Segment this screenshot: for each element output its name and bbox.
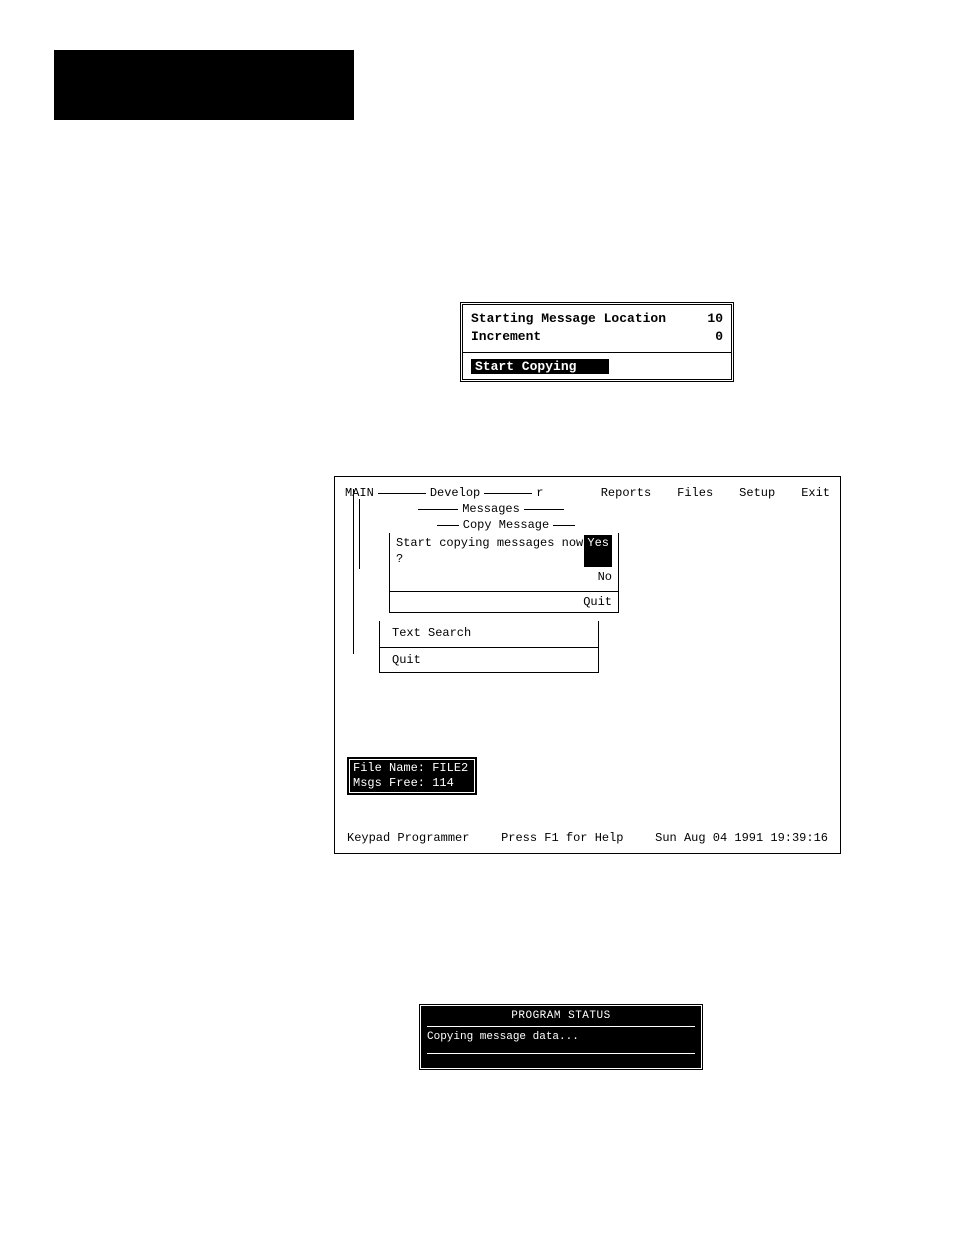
starting-location-value: 10 (707, 310, 723, 328)
menu-setup[interactable]: Setup (739, 485, 775, 501)
rule-icon (378, 493, 426, 494)
rule-icon (524, 509, 564, 510)
lower-menu-box: Text Search Quit (379, 621, 599, 673)
program-status-body: Copying message data... (427, 1031, 695, 1054)
file-name-row: File Name: FILE2 (353, 761, 471, 776)
starting-location-row: Starting Message Location 10 (471, 310, 723, 328)
quit-button[interactable]: Quit (583, 595, 612, 609)
menu-exit[interactable]: Exit (801, 485, 830, 501)
main-develop-group: MAIN Develop r (345, 485, 543, 501)
increment-value: 0 (715, 328, 723, 346)
messages-label: Messages (462, 501, 520, 517)
right-menu: Reports Files Setup Exit (601, 485, 830, 501)
header-black-block (54, 50, 354, 120)
app-inner: MAIN Develop r Reports Files Setup Exit (335, 477, 840, 681)
copy-question: Start copying messages now ? (396, 535, 584, 567)
develop-line: Develop (374, 485, 536, 501)
status-center: Press F1 for Help (501, 831, 623, 845)
start-message-panel: Starting Message Location 10 Increment 0… (460, 302, 734, 382)
starting-location-label: Starting Message Location (471, 310, 666, 328)
copy-message-label: Copy Message (463, 517, 549, 533)
msgs-free-row: Msgs Free: 114 (353, 776, 471, 791)
top-menu-bar: MAIN Develop r Reports Files Setup Exit (345, 485, 830, 501)
yes-button[interactable]: Yes (584, 535, 612, 567)
file-name-label: File Name: (353, 761, 425, 775)
rule-icon (484, 493, 532, 494)
menu-files[interactable]: Files (677, 485, 713, 501)
quit-item[interactable]: Quit (392, 652, 590, 668)
no-button[interactable]: No (396, 569, 612, 585)
file-info-box: File Name: FILE2 Msgs Free: 114 (347, 757, 477, 795)
status-bar: Keypad Programmer Press F1 for Help Sun … (347, 831, 828, 845)
menu-reports[interactable]: Reports (601, 485, 651, 501)
status-right: Sun Aug 04 1991 19:39:16 (655, 831, 828, 845)
copy-question-row: Start copying messages now ? Yes (396, 535, 612, 567)
rule-icon (418, 509, 458, 510)
messages-title: Messages (387, 501, 595, 517)
develop-label[interactable]: Develop (430, 485, 480, 501)
copy-message-box: Start copying messages now ? Yes No Quit (389, 533, 619, 613)
program-status-panel: PROGRAM STATUS Copying message data... (418, 1003, 704, 1071)
rule-icon (553, 525, 575, 526)
page: Starting Message Location 10 Increment 0… (0, 0, 954, 1235)
increment-label: Increment (471, 328, 541, 346)
msgs-free-value: 114 (432, 776, 454, 790)
text-search-item[interactable]: Text Search (392, 625, 590, 641)
increment-row: Increment 0 (471, 328, 723, 346)
program-status-title: PROGRAM STATUS (427, 1010, 695, 1027)
file-name-value: FILE2 (432, 761, 468, 775)
msgs-free-label: Msgs Free: (353, 776, 425, 790)
status-left: Keypad Programmer (347, 831, 469, 845)
copy-message-title: Copy Message (397, 517, 615, 533)
panel1-divider (463, 352, 731, 353)
rule-icon (437, 525, 459, 526)
app-window: MAIN Develop r Reports Files Setup Exit (334, 476, 841, 854)
lower-sep (380, 647, 598, 648)
menu-side-line (353, 489, 354, 654)
menu-side-line-2 (359, 499, 360, 569)
start-copying-button[interactable]: Start Copying (471, 359, 609, 374)
develop-r: r (536, 485, 543, 501)
